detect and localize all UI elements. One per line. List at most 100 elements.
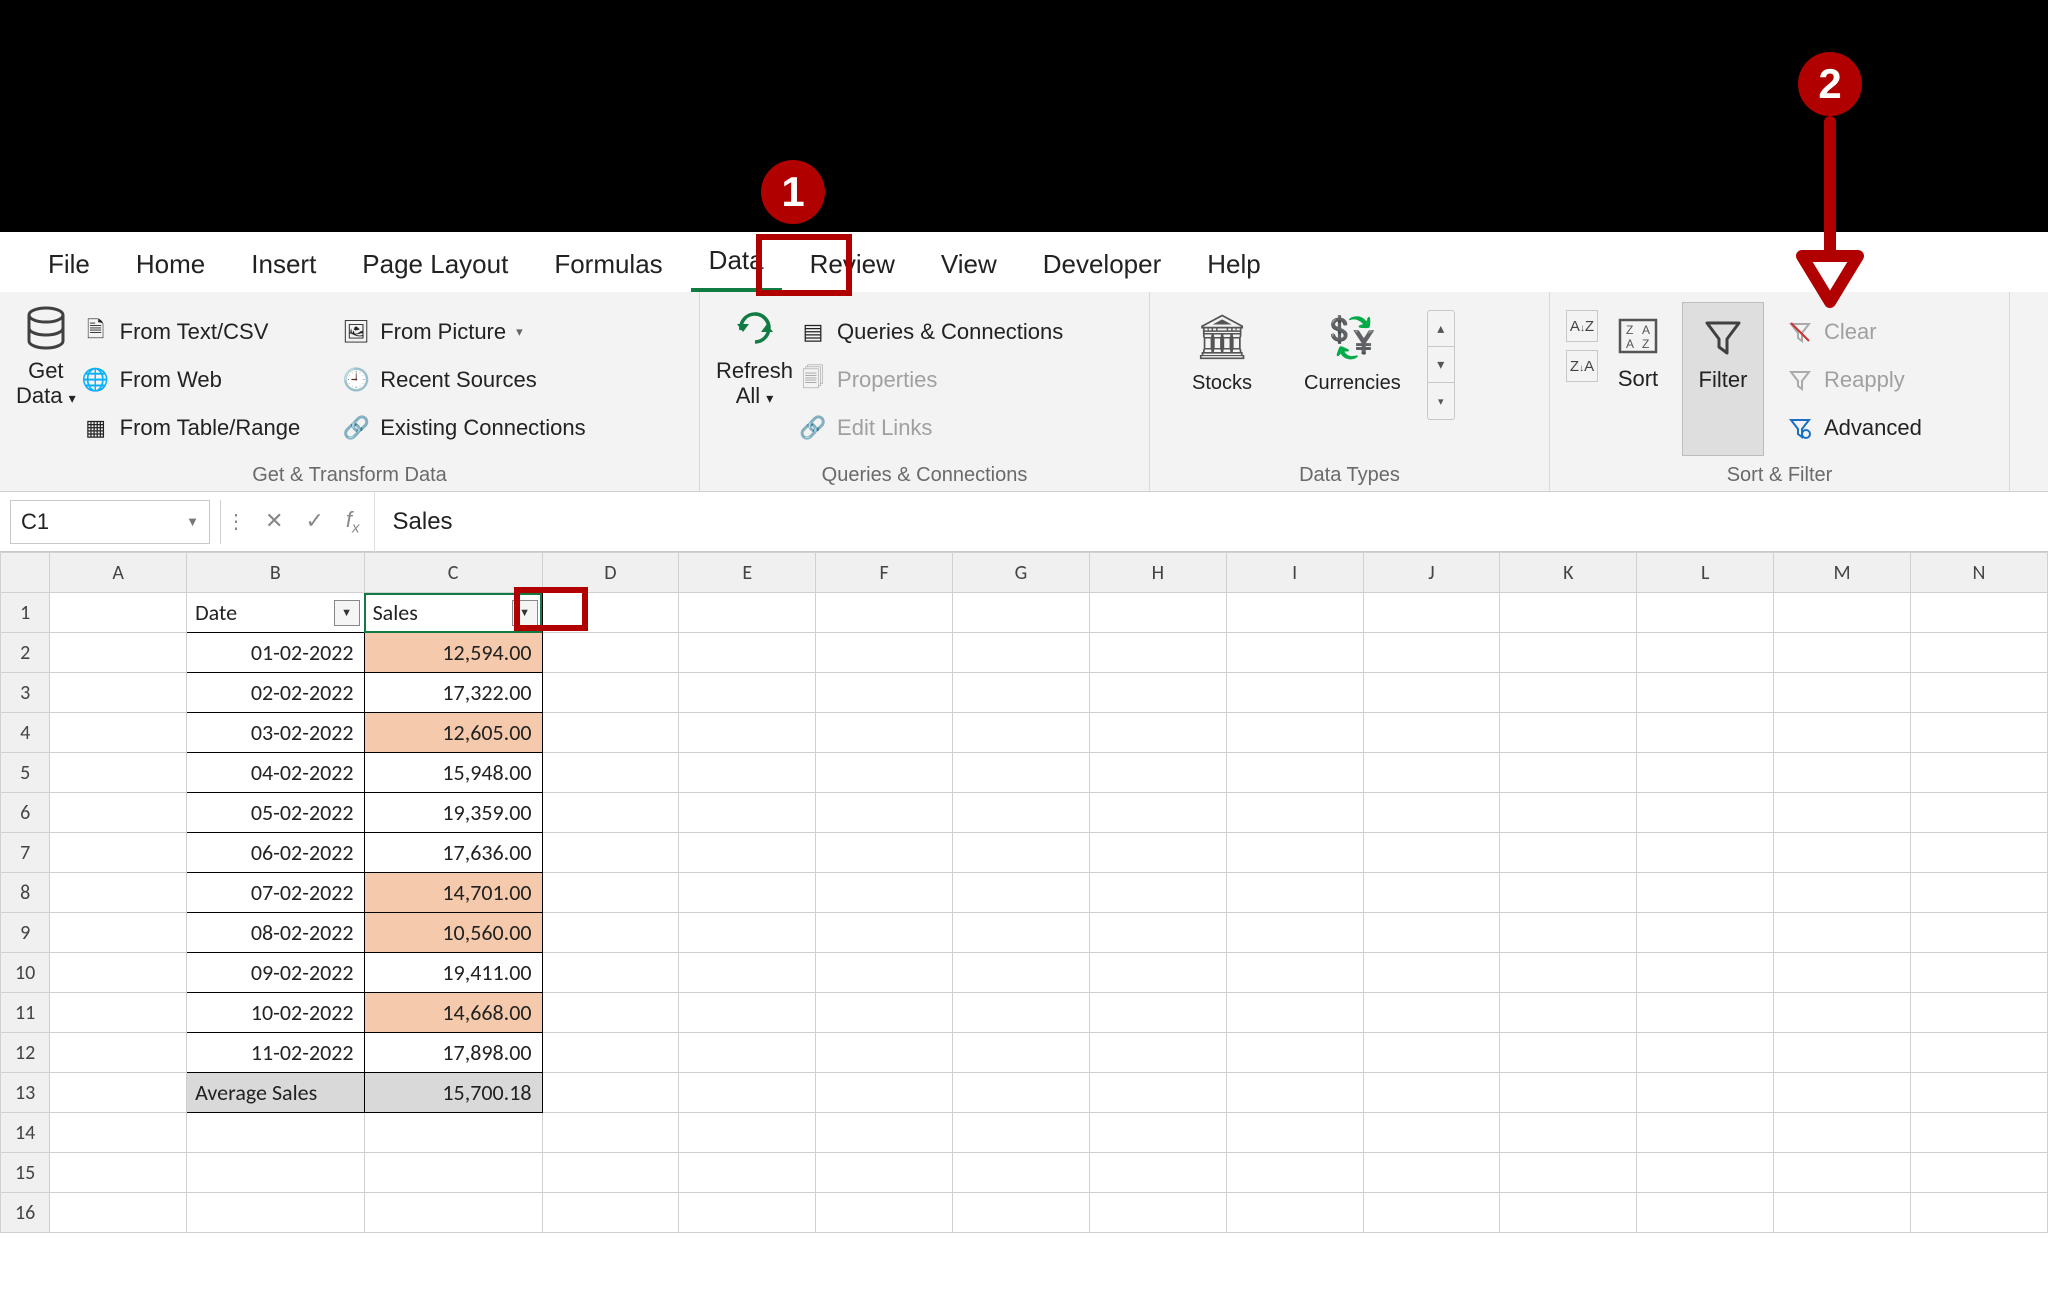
cell-K9[interactable]	[1500, 913, 1637, 953]
column-header-B[interactable]: B	[187, 553, 364, 593]
filter-button[interactable]: Filter	[1682, 302, 1764, 456]
column-header-I[interactable]: I	[1226, 553, 1363, 593]
row-header-15[interactable]: 15	[1, 1153, 50, 1193]
cell-J6[interactable]	[1363, 793, 1500, 833]
cell-I15[interactable]	[1226, 1153, 1363, 1193]
tab-view[interactable]: View	[923, 235, 1015, 292]
cell-M6[interactable]	[1774, 793, 1911, 833]
cell-N10[interactable]	[1910, 953, 2047, 993]
column-header-M[interactable]: M	[1774, 553, 1911, 593]
cell-B3[interactable]: 02-02-2022	[187, 673, 364, 713]
row-header-12[interactable]: 12	[1, 1033, 50, 1073]
cell-F7[interactable]	[816, 833, 953, 873]
cell-F13[interactable]	[816, 1073, 953, 1113]
cell-B9[interactable]: 08-02-2022	[187, 913, 364, 953]
cell-A13[interactable]	[50, 1073, 187, 1113]
cell-K2[interactable]	[1500, 633, 1637, 673]
cell-I13[interactable]	[1226, 1073, 1363, 1113]
cell-G7[interactable]	[953, 833, 1090, 873]
cell-G10[interactable]	[953, 953, 1090, 993]
cell-A4[interactable]	[50, 713, 187, 753]
column-header-H[interactable]: H	[1089, 553, 1226, 593]
cell-F6[interactable]	[816, 793, 953, 833]
cell-E6[interactable]	[679, 793, 816, 833]
cell-D5[interactable]	[542, 753, 679, 793]
row-header-2[interactable]: 2	[1, 633, 50, 673]
cell-K1[interactable]	[1500, 593, 1637, 633]
cell-D11[interactable]	[542, 993, 679, 1033]
cell-D13[interactable]	[542, 1073, 679, 1113]
cell-I11[interactable]	[1226, 993, 1363, 1033]
cell-B11[interactable]: 10-02-2022	[187, 993, 364, 1033]
cell-J13[interactable]	[1363, 1073, 1500, 1113]
column-header-F[interactable]: F	[816, 553, 953, 593]
cell-N7[interactable]	[1910, 833, 2047, 873]
formula-bar-expand[interactable]: ⋮	[221, 509, 251, 534]
cell-G9[interactable]	[953, 913, 1090, 953]
cell-A14[interactable]	[50, 1113, 187, 1153]
row-header-9[interactable]: 9	[1, 913, 50, 953]
cell-N5[interactable]	[1910, 753, 2047, 793]
cell-G15[interactable]	[953, 1153, 1090, 1193]
cell-B1-date-header[interactable]: Date▼	[187, 593, 364, 633]
tab-page-layout[interactable]: Page Layout	[344, 235, 526, 292]
cell-D12[interactable]	[542, 1033, 679, 1073]
cell-K7[interactable]	[1500, 833, 1637, 873]
row-header-6[interactable]: 6	[1, 793, 50, 833]
refresh-all-button[interactable]: RefreshAll ▾	[716, 302, 793, 409]
cell-H15[interactable]	[1089, 1153, 1226, 1193]
cell-G13[interactable]	[953, 1073, 1090, 1113]
formula-input[interactable]: Sales	[374, 492, 2048, 552]
cell-M3[interactable]	[1774, 673, 1911, 713]
cell-I4[interactable]	[1226, 713, 1363, 753]
cell-J14[interactable]	[1363, 1113, 1500, 1153]
cell-L1[interactable]	[1637, 593, 1774, 633]
cell-H11[interactable]	[1089, 993, 1226, 1033]
cell-B7[interactable]: 06-02-2022	[187, 833, 364, 873]
cell-J15[interactable]	[1363, 1153, 1500, 1193]
cell-M16[interactable]	[1774, 1193, 1911, 1233]
cell-K8[interactable]	[1500, 873, 1637, 913]
cell-J16[interactable]	[1363, 1193, 1500, 1233]
cell-H10[interactable]	[1089, 953, 1226, 993]
cell-I8[interactable]	[1226, 873, 1363, 913]
cell-D15[interactable]	[542, 1153, 679, 1193]
cell-L9[interactable]	[1637, 913, 1774, 953]
queries-connections-button[interactable]: ▤Queries & Connections	[793, 308, 1069, 356]
cell-J11[interactable]	[1363, 993, 1500, 1033]
cell-C9[interactable]: 10,560.00	[364, 913, 542, 953]
tab-home[interactable]: Home	[118, 235, 223, 292]
cell-B12[interactable]: 11-02-2022	[187, 1033, 364, 1073]
cell-G11[interactable]	[953, 993, 1090, 1033]
from-web-button[interactable]: 🌐From Web	[76, 356, 307, 404]
cell-E11[interactable]	[679, 993, 816, 1033]
column-header-A[interactable]: A	[50, 553, 187, 593]
cell-L3[interactable]	[1637, 673, 1774, 713]
cell-I9[interactable]	[1226, 913, 1363, 953]
chevron-down-icon[interactable]: ▼	[186, 514, 199, 529]
cell-M15[interactable]	[1774, 1153, 1911, 1193]
cell-E3[interactable]	[679, 673, 816, 713]
cell-D9[interactable]	[542, 913, 679, 953]
cell-G4[interactable]	[953, 713, 1090, 753]
cell-I10[interactable]	[1226, 953, 1363, 993]
existing-connections-button[interactable]: 🔗Existing Connections	[336, 404, 591, 452]
cell-E14[interactable]	[679, 1113, 816, 1153]
cell-D16[interactable]	[542, 1193, 679, 1233]
cell-L14[interactable]	[1637, 1113, 1774, 1153]
cell-I16[interactable]	[1226, 1193, 1363, 1233]
cell-N14[interactable]	[1910, 1113, 2047, 1153]
cell-G2[interactable]	[953, 633, 1090, 673]
row-header-1[interactable]: 1	[1, 593, 50, 633]
cell-A2[interactable]	[50, 633, 187, 673]
from-table-range-button[interactable]: ▦From Table/Range	[76, 404, 307, 452]
recent-sources-button[interactable]: 🕘Recent Sources	[336, 356, 591, 404]
cell-H14[interactable]	[1089, 1113, 1226, 1153]
spreadsheet-grid[interactable]: ABCDEFGHIJKLMN1Date▼Sales▼201-02-202212,…	[0, 552, 2048, 1296]
cell-L15[interactable]	[1637, 1153, 1774, 1193]
get-data-button[interactable]: GetData ▾	[16, 302, 76, 409]
tab-file[interactable]: File	[30, 235, 108, 292]
stocks-datatype-button[interactable]: 🏛 Stocks	[1192, 310, 1252, 395]
chevron-down-icon[interactable]: ▾	[1428, 347, 1454, 383]
cell-C12[interactable]: 17,898.00	[364, 1033, 542, 1073]
